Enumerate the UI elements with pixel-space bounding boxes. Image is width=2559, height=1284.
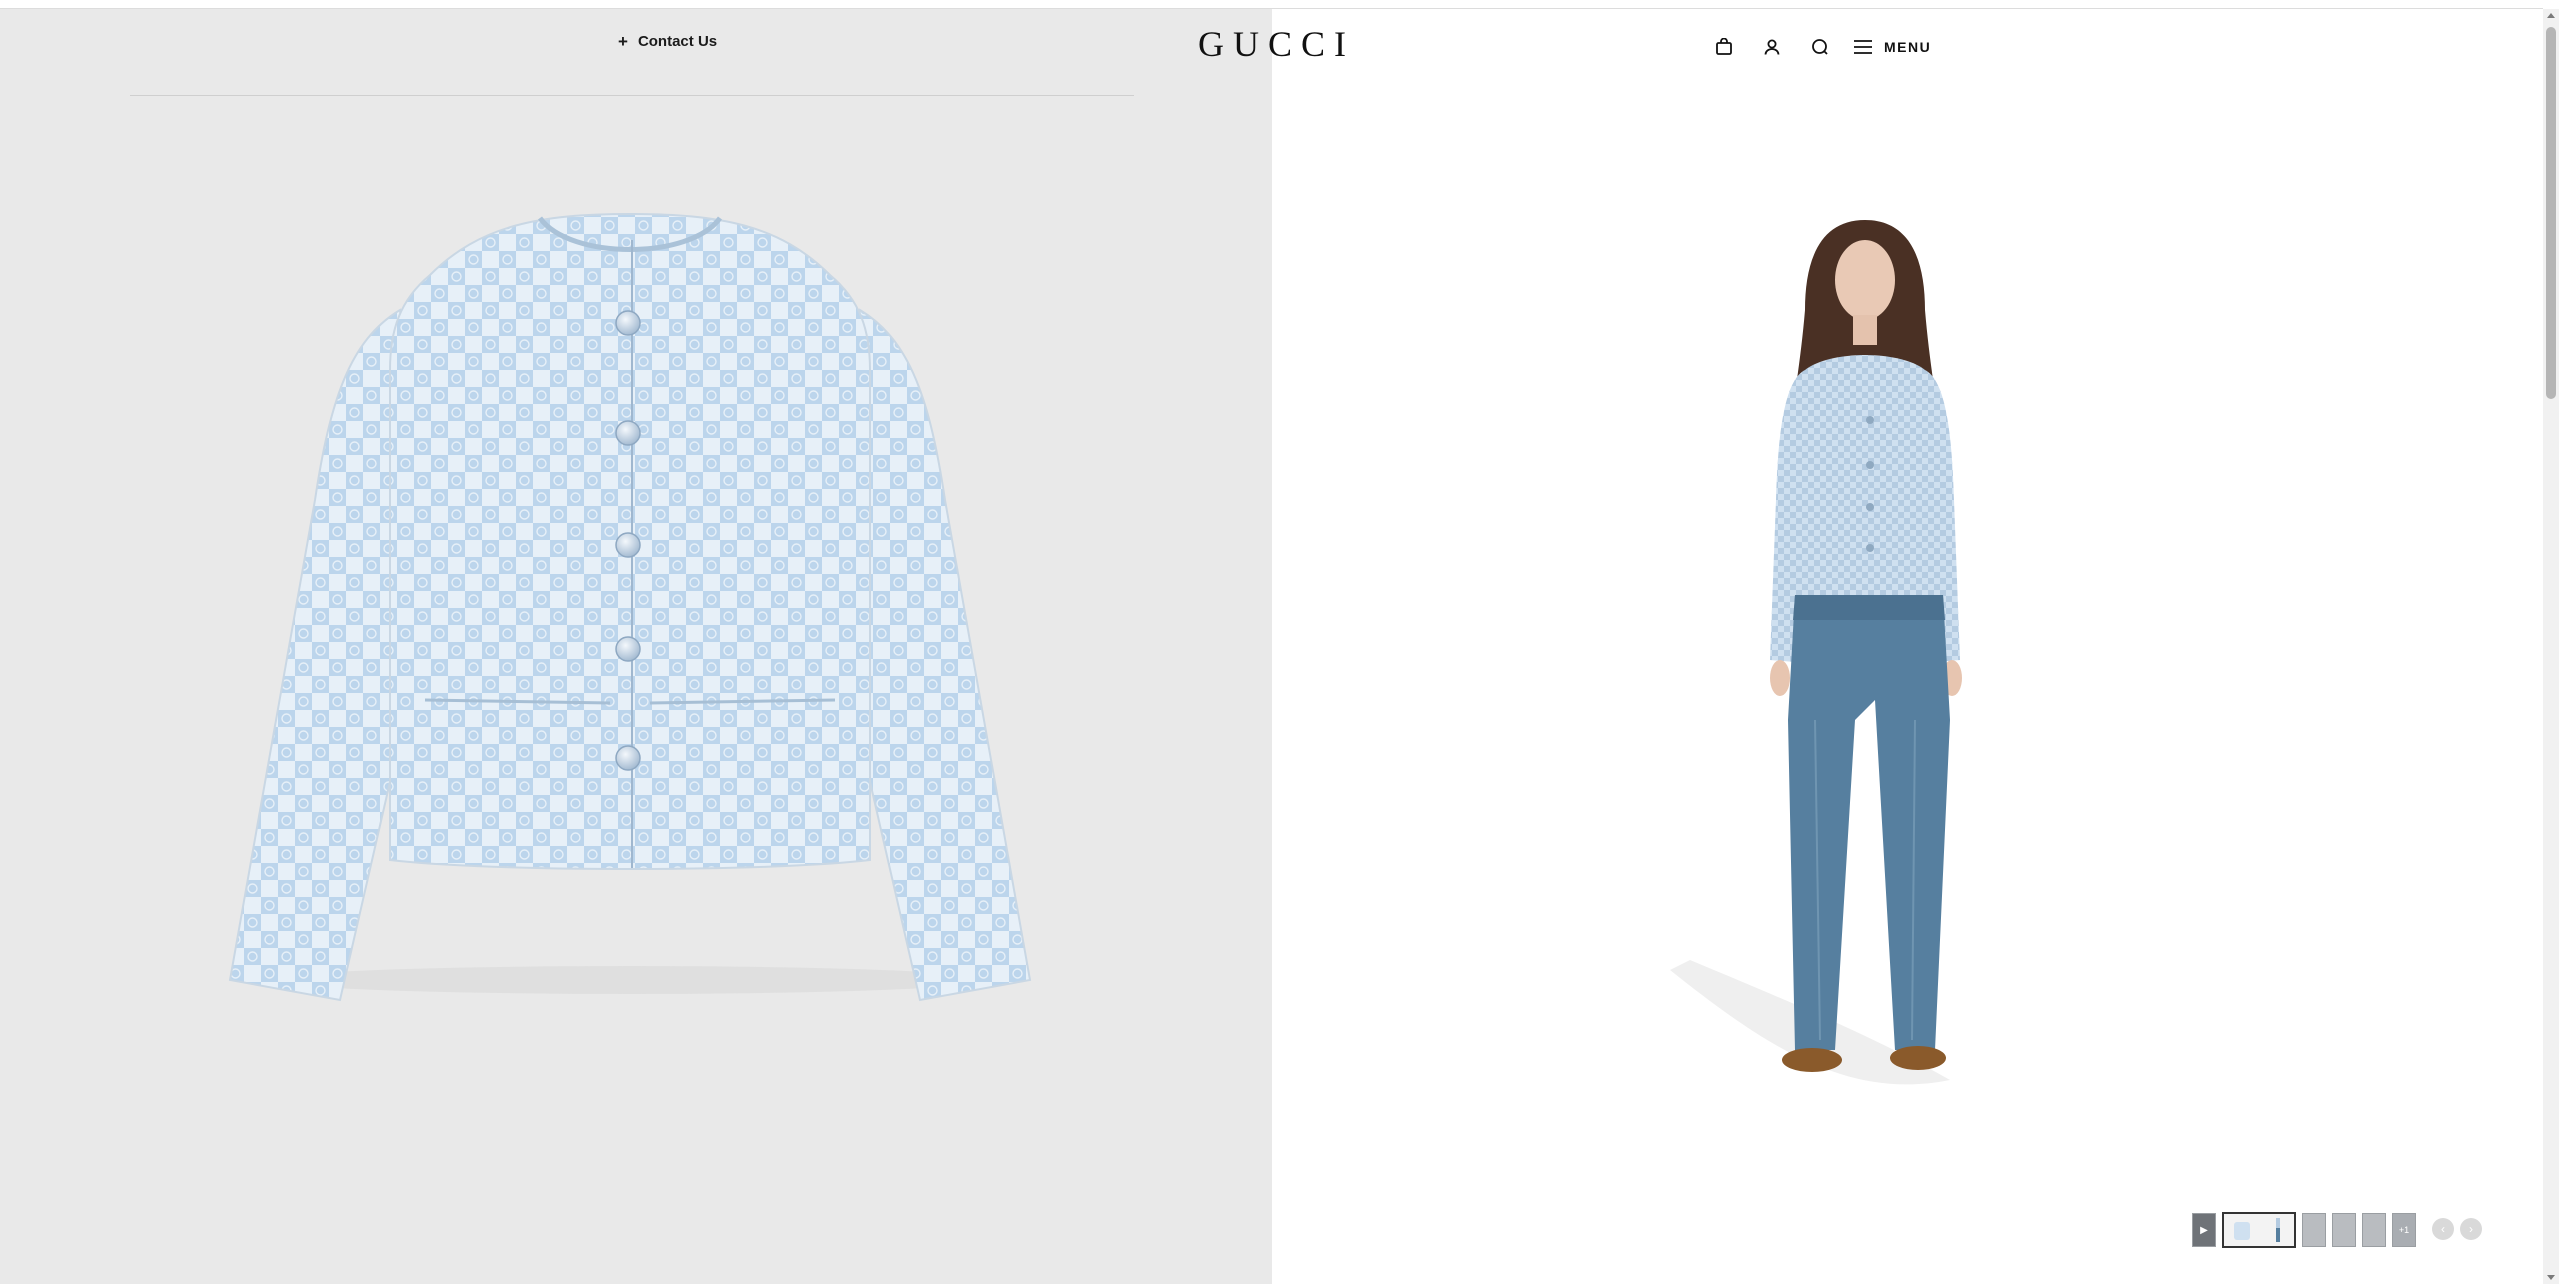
product-page: + Contact Us GUCCI MENU ▶ +1 ‹ › [0, 0, 2559, 1284]
header-divider [130, 95, 1134, 96]
plus-icon: + [618, 32, 628, 51]
account-icon[interactable] [1758, 33, 1786, 61]
header-actions: MENU [1710, 33, 1931, 61]
contact-us-link[interactable]: + Contact Us [618, 33, 717, 50]
thumbnail-4[interactable] [2332, 1213, 2356, 1247]
scroll-down-icon[interactable] [2547, 1275, 2555, 1280]
scroll-up-icon[interactable] [2547, 13, 2555, 18]
site-header: + Contact Us GUCCI MENU [0, 9, 2543, 81]
carousel-prev-button[interactable]: ‹ [2432, 1218, 2454, 1240]
thumbnail-jacket [2224, 1214, 2260, 1246]
thumbnail-model [2260, 1214, 2294, 1246]
hamburger-icon [1854, 40, 1872, 54]
product-image-flat[interactable] [210, 200, 1070, 1060]
menu-label: MENU [1884, 39, 1932, 55]
play-icon: ▶ [2200, 1224, 2208, 1236]
thumbnail-strip: ▶ +1 [2192, 1212, 2416, 1248]
video-thumbnail[interactable]: ▶ [2192, 1213, 2216, 1247]
page-scrollbar[interactable] [2543, 9, 2559, 1284]
thumbnail-3[interactable] [2302, 1213, 2326, 1247]
shopping-bag-icon[interactable] [1710, 33, 1738, 61]
thumbnail-active-pair[interactable] [2222, 1212, 2296, 1248]
scroll-thumb[interactable] [2546, 27, 2556, 399]
thumbnail-more[interactable]: +1 [2392, 1213, 2416, 1247]
thumbnail-5[interactable] [2362, 1213, 2386, 1247]
contact-us-label: Contact Us [637, 33, 718, 50]
carousel-nav: ‹ › [2432, 1218, 2482, 1240]
brand-logo[interactable]: GUCCI [1198, 23, 1355, 65]
product-image-model[interactable] [1550, 200, 2110, 1120]
menu-button[interactable]: MENU [1854, 39, 1931, 55]
search-icon[interactable] [1806, 33, 1834, 61]
carousel-next-button[interactable]: › [2460, 1218, 2482, 1240]
